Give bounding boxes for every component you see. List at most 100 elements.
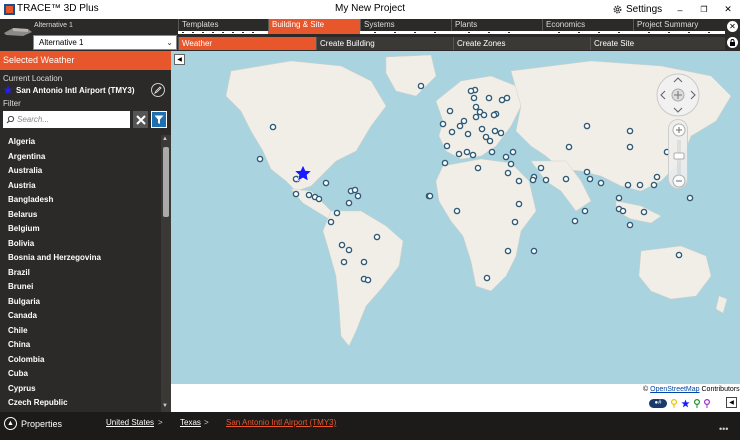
lock-button[interactable]: [727, 37, 738, 48]
list-item[interactable]: Brazil: [0, 266, 161, 281]
properties-button[interactable]: ▲ Properties: [4, 417, 62, 430]
subtab-label: Weather: [182, 39, 213, 48]
list-item[interactable]: Colombia: [0, 353, 161, 368]
search-placeholder: Search...: [17, 115, 50, 124]
gear-icon: [613, 5, 622, 14]
list-item[interactable]: Czech Republic: [0, 396, 161, 411]
subtab-create-building[interactable]: Create Building: [316, 37, 453, 50]
title-bar: TRACE™ 3D Plus My New Project Settings –…: [0, 0, 740, 19]
subtab-weather[interactable]: Weather: [178, 37, 316, 50]
maximize-button[interactable]: ❐: [692, 0, 716, 19]
filter-button[interactable]: [151, 111, 167, 128]
panel-header: Selected Weather: [0, 51, 171, 70]
chevron-down-icon: ⌄: [166, 38, 173, 47]
close-icon: ✕: [724, 4, 732, 14]
tab-plants[interactable]: Plants: [451, 19, 542, 31]
list-item[interactable]: Bangladesh: [0, 193, 161, 208]
building-thumbnail-icon: [4, 28, 32, 36]
edit-location-button[interactable]: [151, 83, 165, 97]
breadcrumb-separator: >: [158, 418, 163, 427]
list-item[interactable]: Algeria: [0, 135, 161, 150]
map-legend: ●#: [649, 397, 710, 409]
list-item[interactable]: Canada: [0, 309, 161, 324]
tab-templates[interactable]: Templates: [178, 19, 268, 31]
subtab-label: Create Zones: [457, 39, 506, 48]
list-item[interactable]: Bolivia: [0, 237, 161, 252]
tab-project-summary[interactable]: Project Summary: [633, 19, 725, 31]
pan-control[interactable]: [656, 73, 700, 117]
tab-systems[interactable]: Systems: [360, 19, 451, 31]
scroll-up-icon[interactable]: ▲: [162, 136, 168, 142]
station-count-pill[interactable]: ●#: [649, 398, 667, 408]
tab-progress-lines: [178, 31, 725, 34]
tab-building-site[interactable]: Building & Site: [268, 19, 360, 31]
list-item[interactable]: Australia: [0, 164, 161, 179]
subtab-create-site[interactable]: Create Site: [590, 37, 725, 50]
current-location-name: San Antonio Intl Airport (TMY3): [16, 85, 135, 95]
world-map[interactable]: ◀ © OpenStreetMap Contributors ●# ◀: [171, 51, 740, 412]
star-blue-icon[interactable]: [681, 398, 690, 408]
pin-yellow-icon[interactable]: [671, 398, 677, 408]
chevron-up-icon: ▲: [4, 417, 17, 430]
list-item[interactable]: Austria: [0, 179, 161, 194]
clear-icon: [135, 114, 146, 125]
tab-economics[interactable]: Economics: [542, 19, 633, 31]
tab-label: Economics: [546, 20, 586, 29]
list-item[interactable]: Argentina: [0, 150, 161, 165]
chevron-left-icon: ◀: [177, 57, 182, 63]
zoom-slider-icon: [672, 123, 686, 188]
minimize-button[interactable]: –: [668, 0, 692, 19]
subtab-label: Create Site: [594, 39, 635, 48]
close-icon: ✕: [729, 22, 736, 31]
pin-purple-icon[interactable]: [704, 398, 710, 408]
attribution-suffix: Contributors: [701, 386, 740, 393]
pin-green-icon[interactable]: [694, 398, 700, 408]
list-item[interactable]: Belgium: [0, 222, 161, 237]
search-input[interactable]: Search...: [3, 111, 130, 128]
list-item[interactable]: Cuba: [0, 367, 161, 382]
current-location: San Antonio Intl Airport (TMY3): [3, 85, 135, 95]
list-item[interactable]: China: [0, 338, 161, 353]
breadcrumb-station[interactable]: San Antonio Intl Airport (TMY3): [226, 418, 336, 427]
close-window-button[interactable]: ✕: [716, 0, 740, 19]
subtab-create-zones[interactable]: Create Zones: [453, 37, 590, 50]
close-panel-button[interactable]: ✕: [727, 21, 738, 32]
filter-label: Filter: [3, 99, 21, 108]
more-options-icon[interactable]: •••: [719, 424, 728, 434]
list-scrollbar[interactable]: ▲ ▼: [161, 135, 171, 412]
map-tiles: [171, 51, 740, 412]
list-item[interactable]: Cyprus: [0, 382, 161, 397]
alternative-selected-value: Alternative 1: [39, 38, 84, 47]
collapse-panel-button[interactable]: ◀: [174, 54, 185, 65]
clear-filter-button[interactable]: [133, 111, 148, 128]
maximize-icon: ❐: [700, 5, 708, 14]
list-item[interactable]: Belarus: [0, 208, 161, 223]
list-item[interactable]: Brunei: [0, 280, 161, 295]
funnel-icon: [154, 115, 164, 124]
tab-label: Building & Site: [272, 20, 325, 29]
zoom-control[interactable]: [668, 119, 688, 189]
subtab-label: Create Building: [320, 39, 375, 48]
country-list: Algeria Argentina Australia Austria Bang…: [0, 135, 161, 412]
alternative-select[interactable]: Alternative 1 ⌄: [33, 35, 177, 50]
osm-link[interactable]: OpenStreetMap: [650, 386, 699, 393]
properties-label: Properties: [21, 418, 63, 429]
search-icon: [6, 115, 15, 124]
breadcrumb-country[interactable]: United States: [106, 418, 154, 427]
scroll-down-icon[interactable]: ▼: [162, 403, 168, 409]
map-attribution: © OpenStreetMap Contributors: [643, 386, 740, 393]
tab-label: Templates: [182, 20, 219, 29]
scrollbar-thumb[interactable]: [163, 147, 169, 217]
settings-button[interactable]: Settings: [612, 2, 662, 17]
list-item[interactable]: Chile: [0, 324, 161, 339]
tab-label: Systems: [364, 20, 395, 29]
list-item[interactable]: Bosnia and Herzegovina: [0, 251, 161, 266]
tab-label: Plants: [455, 20, 478, 29]
weather-panel: Selected Weather Current Location San An…: [0, 51, 171, 412]
top-toolbar: Alternative 1 Alternative 1 ⌄ Templates …: [0, 19, 740, 51]
tab-label: Project Summary: [637, 20, 699, 29]
legend-toggle-button[interactable]: ◀: [726, 397, 737, 408]
alternative-label: Alternative 1: [34, 22, 73, 29]
breadcrumb-state[interactable]: Texas: [180, 418, 201, 427]
list-item[interactable]: Bulgaria: [0, 295, 161, 310]
